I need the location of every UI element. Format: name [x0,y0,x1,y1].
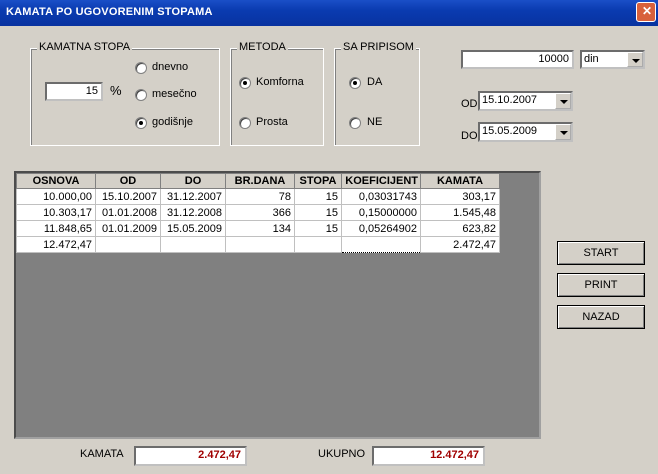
start-button[interactable]: START [557,241,645,265]
metoda-group: METODA Komforna Prosta [230,41,324,146]
cell-od[interactable] [95,236,161,253]
radio-prosta[interactable] [239,117,251,129]
radio-godisnje[interactable] [135,117,147,129]
cell-stopa[interactable]: 15 [294,204,342,221]
metoda-legend: METODA [237,41,288,53]
od-date-picker[interactable]: 15.10.2007 [478,91,573,111]
table-row[interactable]: 11.848,65 01.01.2009 15.05.2009 134 15 0… [16,220,500,237]
cell-osnova[interactable]: 12.472,47 [16,236,96,253]
cell-br-dana[interactable]: 78 [225,188,295,205]
col-stopa[interactable]: STOPA [294,173,342,189]
radio-prosta-label: Prosta [256,116,288,128]
cell-kamata[interactable]: 303,17 [420,188,500,205]
cell-br-dana[interactable]: 134 [225,220,295,237]
col-osnova[interactable]: OSNOVA [16,173,96,189]
col-koeficijent-text: KOEFICIJENT [345,175,418,187]
cell-koeficijent[interactable]: 0,15000000 [341,204,421,221]
radio-dnevno-label: dnevno [152,61,189,73]
radio-ne[interactable] [349,117,361,129]
chevron-down-icon[interactable] [555,124,571,140]
chevron-down-icon[interactable] [627,52,643,67]
do-date-picker[interactable]: 15.05.2009 [478,122,573,142]
table-header-row: OSNOVA OD DO BR.DANA STOPA KOEFICIJENT K… [16,173,500,189]
cell-stopa[interactable]: 15 [294,188,342,205]
cell-do[interactable]: 15.05.2009 [160,220,226,237]
kamatna-stopa-legend: KAMATNA STOPA [37,41,133,53]
col-od[interactable]: OD [95,173,161,189]
radio-da-label: DA [367,76,383,88]
radio-mesecno[interactable] [135,89,147,101]
currency-value: din [584,53,599,65]
cell-osnova[interactable]: 10.000,00 [16,188,96,205]
do-date-value: 15.05.2009 [482,125,538,137]
rate-input[interactable]: 15 [45,82,103,101]
cell-koeficijent[interactable]: 0,05264902 [341,220,421,237]
percent-label: % [110,83,122,98]
main-window: KAMATNA STOPA 15 % dnevno mesečno godišn… [0,26,658,474]
results-grid[interactable]: OSNOVA OD DO BR.DANA STOPA KOEFICIJENT K… [14,171,541,439]
results-table: OSNOVA OD DO BR.DANA STOPA KOEFICIJENT K… [16,173,500,253]
radio-ne-label: NE [367,116,383,128]
col-do[interactable]: DO [160,173,226,189]
cell-osnova[interactable]: 10.303,17 [16,204,96,221]
cell-do[interactable] [160,236,226,253]
radio-dnevno[interactable] [135,62,147,74]
radio-mesecno-label: mesečno [152,88,197,100]
close-button[interactable]: ✕ [636,2,656,22]
nazad-button[interactable]: NAZAD [557,305,645,329]
cell-br-dana[interactable]: 366 [225,204,295,221]
kamata-total: 2.472,47 [134,446,247,466]
cell-stopa[interactable] [294,236,342,253]
cell-kamata[interactable]: 623,82 [420,220,500,237]
cell-kamata[interactable]: 1.545,48 [420,204,500,221]
close-icon: ✕ [642,4,653,18]
sa-pripisom-group: SA PRIPISOM DA NE [334,41,420,146]
currency-select[interactable]: din [580,50,645,69]
cell-kamata[interactable]: 2.472,47 [420,236,500,253]
kamatna-stopa-group: KAMATNA STOPA 15 % dnevno mesečno godišn… [30,41,220,146]
cell-od[interactable]: 01.01.2009 [95,220,161,237]
chevron-down-icon[interactable] [555,93,571,109]
col-kamata[interactable]: KAMATA [420,173,500,189]
cell-koeficijent[interactable] [341,236,421,253]
cell-do[interactable]: 31.12.2007 [160,188,226,205]
amount-input[interactable]: 10000 [461,50,574,69]
radio-komforna-label: Komforna [256,76,304,88]
cell-stopa[interactable]: 15 [294,220,342,237]
cell-osnova[interactable]: 11.848,65 [16,220,96,237]
cell-od[interactable]: 01.01.2008 [95,204,161,221]
cell-koeficijent[interactable]: 0,03031743 [341,188,421,205]
col-br-dana[interactable]: BR.DANA [225,173,295,189]
od-date-value: 15.10.2007 [482,94,538,106]
cell-do[interactable]: 31.12.2008 [160,204,226,221]
table-row[interactable]: 10.303,17 01.01.2008 31.12.2008 366 15 0… [16,204,500,221]
cell-br-dana[interactable] [225,236,295,253]
cell-od[interactable]: 15.10.2007 [95,188,161,205]
ukupno-total: 12.472,47 [372,446,485,466]
kamata-label: KAMATA [80,448,124,460]
table-row[interactable]: 12.472,47 2.472,47 [16,236,500,253]
window-title: KAMATA PO UGOVORENIM STOPAMA [6,6,213,18]
ukupno-label: UKUPNO [318,448,366,460]
title-bar: KAMATA PO UGOVORENIM STOPAMA ✕ [0,0,658,26]
radio-komforna[interactable] [239,77,251,89]
print-button[interactable]: PRINT [557,273,645,297]
radio-godisnje-label: godišnje [152,116,193,128]
sa-pripisom-legend: SA PRIPISOM [341,41,416,53]
od-label: OD [461,98,478,110]
do-label: DO [461,130,478,142]
col-koeficijent[interactable]: KOEFICIJENT [341,173,421,189]
radio-da[interactable] [349,77,361,89]
table-row[interactable]: 10.000,00 15.10.2007 31.12.2007 78 15 0,… [16,188,500,205]
